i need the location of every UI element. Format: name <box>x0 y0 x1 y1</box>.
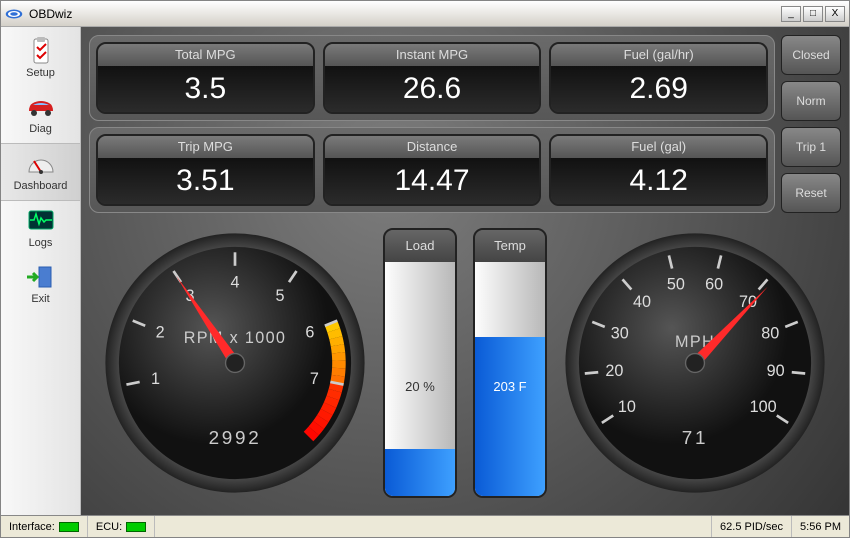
readout-trip-mpg: Trip MPG 3.51 <box>96 134 315 206</box>
svg-text:2992: 2992 <box>209 428 262 449</box>
svg-text:60: 60 <box>705 276 723 294</box>
svg-text:7: 7 <box>310 370 319 388</box>
status-ecu: ECU: <box>88 516 155 537</box>
svg-text:5: 5 <box>275 287 284 305</box>
svg-text:20: 20 <box>605 362 623 380</box>
ecu-led-icon <box>126 522 146 532</box>
readout-value: 4.12 <box>551 158 766 204</box>
readout-label: Fuel (gal/hr) <box>551 44 766 66</box>
svg-text:30: 30 <box>611 324 629 342</box>
exit-icon <box>25 263 57 291</box>
bar-text: 203 F <box>475 379 545 394</box>
svg-text:50: 50 <box>667 276 685 294</box>
window-title: OBDwiz <box>29 7 781 21</box>
maximize-button[interactable]: □ <box>803 6 823 22</box>
close-button[interactable]: X <box>825 6 845 22</box>
gauge-icon <box>25 150 57 178</box>
sidebar-item-label: Setup <box>26 67 55 79</box>
status-pid-rate: 62.5 PID/sec <box>712 516 792 537</box>
svg-text:80: 80 <box>761 324 779 342</box>
car-icon <box>25 93 57 121</box>
interface-led-icon <box>59 522 79 532</box>
sidebar-item-setup[interactable]: Setup <box>1 31 80 87</box>
rpm-gauge: 1234567RPM x 10002992 <box>100 228 370 498</box>
sidebar-item-diag[interactable]: Diag <box>1 87 80 143</box>
minimize-button[interactable]: _ <box>781 6 801 22</box>
readout-value: 3.51 <box>98 158 313 204</box>
readout-label: Distance <box>325 136 540 158</box>
sidebar-item-exit[interactable]: Exit <box>1 257 80 313</box>
app-window: OBDwiz _ □ X Setup Diag Dashboard Logs <box>0 0 850 538</box>
sidebar-item-label: Logs <box>29 237 53 249</box>
svg-text:71: 71 <box>682 428 708 449</box>
titlebar: OBDwiz _ □ X <box>1 1 849 27</box>
readout-group-2: Trip MPG 3.51 Distance 14.47 Fuel (gal) … <box>89 127 775 213</box>
readout-instant-mpg: Instant MPG 26.6 <box>323 42 542 114</box>
svg-text:100: 100 <box>750 398 777 416</box>
svg-text:4: 4 <box>230 273 239 291</box>
svg-text:10: 10 <box>618 398 636 416</box>
readout-label: Trip MPG <box>98 136 313 158</box>
mph-gauge: 102030405060708090100MPH71 <box>560 228 830 498</box>
trip-select-button[interactable]: Trip 1 <box>781 127 841 167</box>
norm-button[interactable]: Norm <box>781 81 841 121</box>
readout-distance: Distance 14.47 <box>323 134 542 206</box>
readout-label: Total MPG <box>98 44 313 66</box>
svg-text:6: 6 <box>305 323 314 341</box>
dashboard-panel: Total MPG 3.5 Instant MPG 26.6 Fuel (gal… <box>81 27 849 515</box>
readout-group-1: Total MPG 3.5 Instant MPG 26.6 Fuel (gal… <box>89 35 775 121</box>
sidebar-item-label: Dashboard <box>14 180 68 192</box>
reset-button[interactable]: Reset <box>781 173 841 213</box>
svg-text:90: 90 <box>767 362 785 380</box>
bar-text: 20 % <box>385 379 455 394</box>
monitor-wave-icon <box>25 207 57 235</box>
clipboard-check-icon <box>25 37 57 65</box>
sidebar-item-label: Exit <box>31 293 49 305</box>
readout-value: 26.6 <box>325 66 540 112</box>
window-controls: _ □ X <box>781 6 845 22</box>
svg-text:2: 2 <box>156 323 165 341</box>
loop-mode-button[interactable]: Closed <box>781 35 841 75</box>
readout-label: Instant MPG <box>325 44 540 66</box>
readout-value: 14.47 <box>325 158 540 204</box>
temp-bar: Temp 203 F <box>470 228 550 498</box>
svg-text:RPM x 1000: RPM x 1000 <box>184 329 287 347</box>
statusbar: Interface: ECU: 62.5 PID/sec 5:56 PM <box>1 515 849 537</box>
svg-text:1: 1 <box>151 370 160 388</box>
sidebar-item-logs[interactable]: Logs <box>1 201 80 257</box>
readout-total-mpg: Total MPG 3.5 <box>96 42 315 114</box>
sidebar-item-dashboard[interactable]: Dashboard <box>1 143 80 201</box>
app-icon <box>5 7 23 21</box>
status-clock: 5:56 PM <box>792 516 849 537</box>
readout-label: Fuel (gal) <box>551 136 766 158</box>
svg-text:40: 40 <box>633 293 651 311</box>
sidebar-item-label: Diag <box>29 123 52 135</box>
readout-value: 2.69 <box>551 66 766 112</box>
status-interface: Interface: <box>1 516 88 537</box>
readout-fuel-galhr: Fuel (gal/hr) 2.69 <box>549 42 768 114</box>
load-bar: Load 20 % <box>380 228 460 498</box>
sidebar: Setup Diag Dashboard Logs Exit <box>1 27 81 515</box>
readout-fuel-gal: Fuel (gal) 4.12 <box>549 134 768 206</box>
readout-value: 3.5 <box>98 66 313 112</box>
bar-label: Load <box>385 230 455 262</box>
bar-label: Temp <box>475 230 545 262</box>
